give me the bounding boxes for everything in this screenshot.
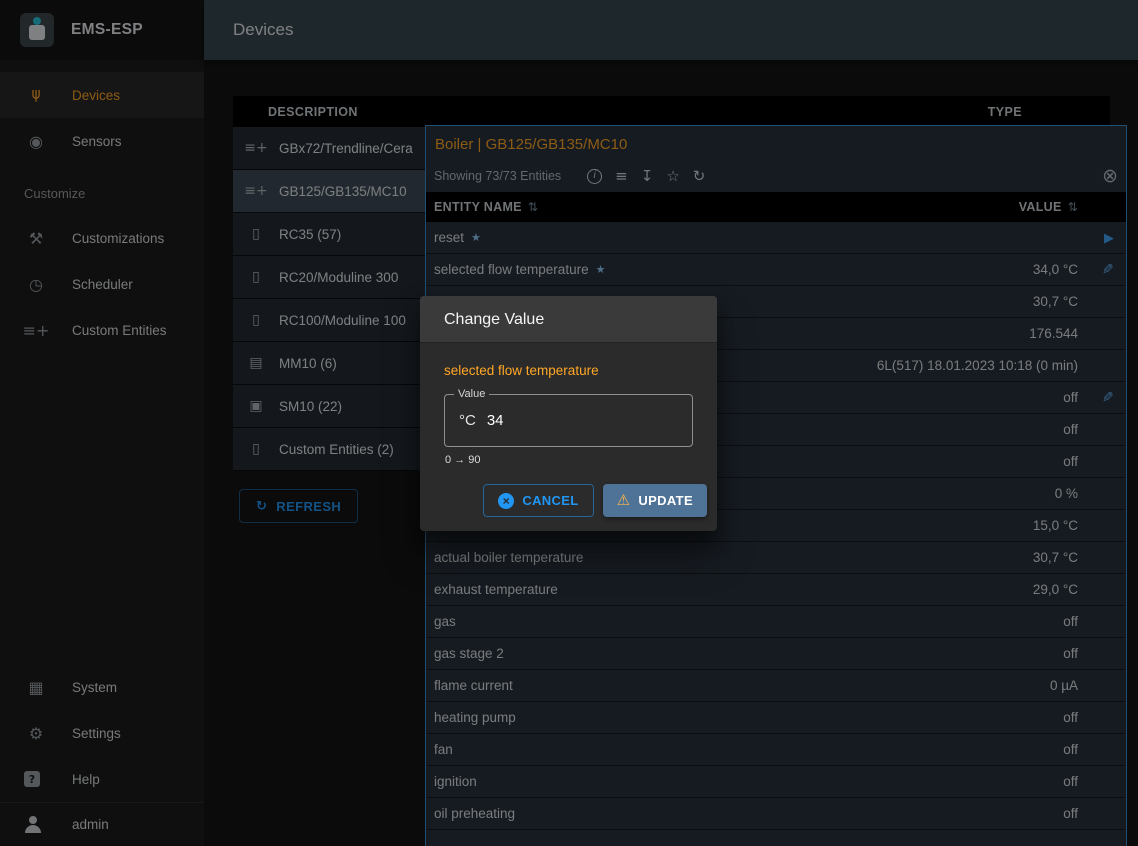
warning-icon: ⚠: [617, 493, 631, 508]
cancel-button[interactable]: × CANCEL: [483, 484, 593, 517]
cancel-icon: ×: [498, 493, 514, 509]
range-helper-text: 0 → 90: [445, 454, 693, 466]
dialog-actions: × CANCEL ⚠ UPDATE: [420, 466, 717, 531]
value-field: Value °C: [444, 394, 693, 447]
value-field-label: Value: [454, 388, 489, 400]
change-value-dialog: Change Value selected flow temperature V…: [420, 296, 717, 531]
dialog-body: selected flow temperature Value °C 0 → 9…: [420, 343, 717, 466]
value-input[interactable]: [487, 412, 678, 429]
dialog-entity-label: selected flow temperature: [444, 363, 693, 378]
dialog-title: Change Value: [420, 296, 717, 343]
cancel-label: CANCEL: [522, 493, 578, 508]
update-label: UPDATE: [638, 493, 693, 508]
unit-adornment: °C: [459, 412, 476, 429]
update-button[interactable]: ⚠ UPDATE: [603, 484, 707, 517]
